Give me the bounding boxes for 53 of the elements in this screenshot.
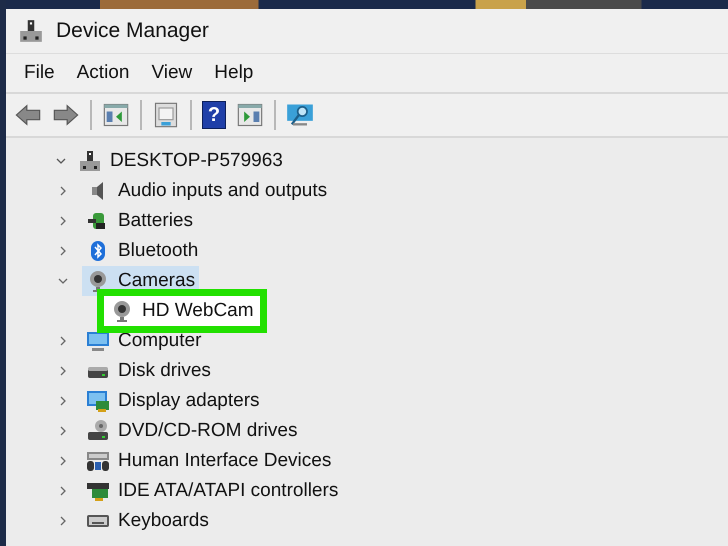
chevron-icon[interactable] [58,366,68,376]
chevron-icon[interactable] [58,336,68,346]
chevron-icon[interactable] [58,456,68,466]
tree-item[interactable]: DVD/CD-ROM drives [82,416,302,446]
chevron-icon[interactable] [58,216,68,226]
tree-item[interactable]: Cameras [82,266,200,296]
tree-item[interactable]: HD WebCam [104,296,260,326]
pane-icon[interactable] [102,101,130,129]
tree-item[interactable]: Human Interface Devices [82,446,336,476]
tree-item-label: Display adapters [118,390,260,412]
chevron-icon[interactable] [58,486,68,496]
tree-item[interactable]: Keyboards [82,506,213,536]
chevron-icon[interactable] [58,246,68,256]
chevron-icon[interactable] [58,516,68,526]
tree-item[interactable]: Display adapters [82,386,264,416]
computer-tower-icon [18,18,44,44]
tree-item-label: Batteries [118,210,193,232]
display-icon [86,389,110,413]
tree-item[interactable]: Batteries [82,206,197,236]
chevron-icon[interactable] [58,396,68,406]
chevron-icon[interactable] [56,156,66,166]
menu-item[interactable]: Help [206,60,262,86]
tree-item-label: IDE ATA/ATAPI controllers [118,480,338,502]
tree-item-label: DESKTOP-P579963 [110,150,283,172]
tree-item-label: HD WebCam [142,300,254,322]
tree-item[interactable]: Audio inputs and outputs [82,176,332,206]
tree-item[interactable]: Bluetooth [82,236,202,266]
window-icon[interactable] [152,101,180,129]
window-title: Device Manager [56,19,209,43]
chevron-icon[interactable] [58,186,68,196]
tree-item-label: Keyboards [118,510,209,532]
dvd-icon [86,419,110,443]
chevron-icon[interactable] [58,426,68,436]
help-button[interactable]: ? [202,101,226,129]
menu-item[interactable]: File [16,60,63,86]
menu-item[interactable]: Action [68,60,138,86]
tree-item-label: Human Interface Devices [118,450,332,472]
menu-item[interactable]: View [143,60,200,86]
tree-item[interactable]: IDE ATA/ATAPI controllers [82,476,342,506]
tree-item-label: Bluetooth [118,240,198,262]
tree-item-label: DVD/CD-ROM drives [118,420,298,442]
tree-item[interactable]: DESKTOP-P579963 [74,146,287,176]
hid-icon [86,449,110,473]
tree-item[interactable]: Computer [82,326,206,356]
tree-item[interactable]: Disk drives [82,356,215,386]
tree-item-label: Disk drives [118,360,211,382]
chevron-icon[interactable] [58,276,68,286]
monitor-icon [86,329,110,353]
tree-item-label: Audio inputs and outputs [118,180,328,202]
tree-item-label: Cameras [118,270,196,292]
tree-item-label: Computer [118,330,202,352]
pane-icon[interactable] [236,101,264,129]
computer-tower-icon [78,149,102,173]
